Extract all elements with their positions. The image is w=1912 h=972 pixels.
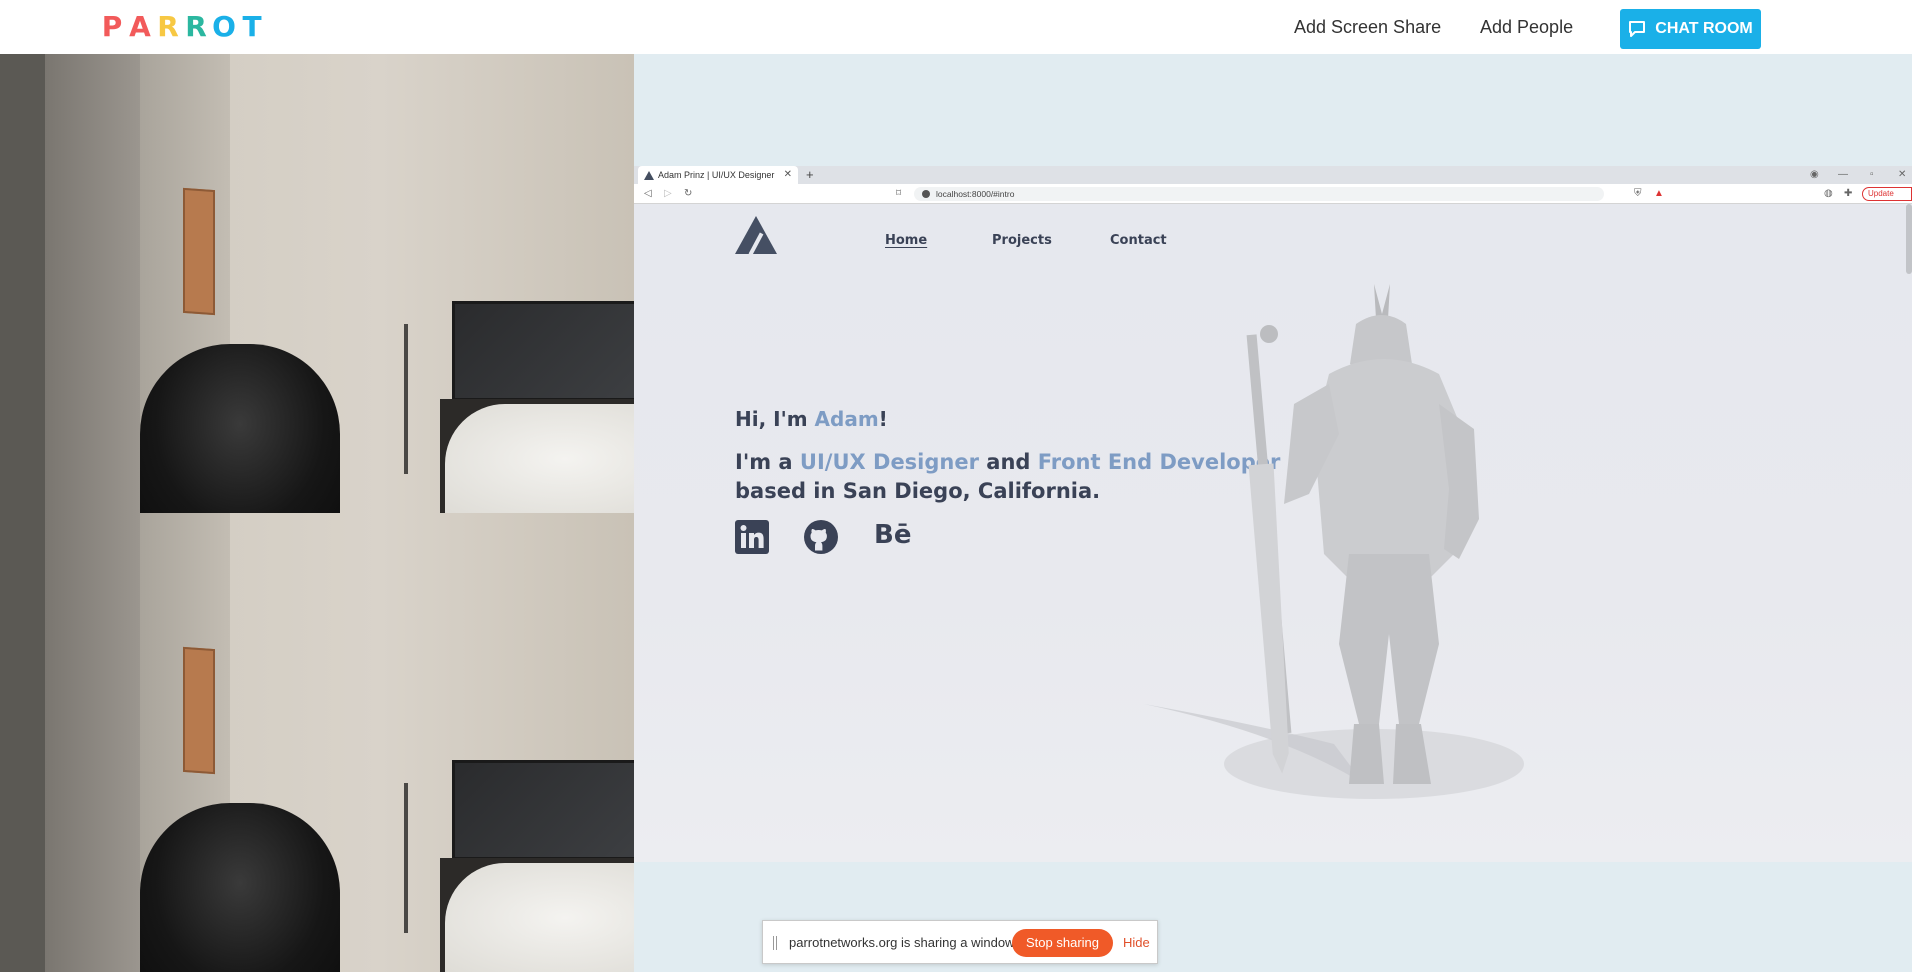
add-people-link[interactable]: Add People — [1480, 17, 1573, 38]
add-screen-share-link[interactable]: Add Screen Share — [1294, 17, 1441, 38]
screen-sharing-notification: parrotnetworks.org is sharing a window. … — [762, 920, 1158, 964]
logo-letter: R — [185, 10, 207, 43]
url-text: localhost:8000/#intro — [936, 189, 1015, 199]
back-icon[interactable]: ◁ — [644, 184, 652, 204]
greeting-name: Adam — [814, 407, 879, 431]
logo-letter: A — [129, 10, 151, 43]
greeting-text: Hi, I'm — [735, 407, 815, 431]
tab-close-icon[interactable]: ✕ — [784, 166, 792, 184]
location-text: based in San Diego, California. — [735, 479, 1101, 503]
reload-icon[interactable]: ↻ — [684, 184, 692, 204]
top-bar: P A R R O T Add Screen Share Add People … — [0, 0, 1912, 54]
brave-shield-icon[interactable]: ⛨ — [1634, 184, 1642, 204]
chat-room-button[interactable]: CHAT ROOM — [1620, 9, 1761, 49]
knight-figure-illustration — [1144, 284, 1524, 799]
logo-letter: R — [157, 10, 179, 43]
chat-bubble-icon — [1629, 21, 1646, 37]
site-favicon-icon — [644, 171, 654, 180]
browser-tab-strip: Adam Prinz | UI/UX Designer ✕ + ◉ — ▫ ✕ — [634, 166, 1912, 184]
bookmark-icon[interactable]: ⌑ — [896, 184, 901, 204]
greeting-end: ! — [878, 407, 888, 431]
portfolio-page: Home Projects Contact Hi, I'm Adam! I'm … — [634, 204, 1912, 862]
linkedin-icon[interactable] — [735, 520, 769, 554]
logo-letter: O — [212, 10, 236, 43]
new-tab-button[interactable]: + — [806, 166, 814, 184]
browser-tab[interactable]: Adam Prinz | UI/UX Designer ✕ — [638, 166, 798, 184]
sharing-message: parrotnetworks.org is sharing a window. — [789, 935, 1018, 950]
hero-greeting: Hi, I'm Adam! — [735, 407, 888, 431]
tagline-text: I'm a — [735, 450, 800, 474]
update-button[interactable]: Update — [1862, 187, 1912, 201]
brave-rewards-icon[interactable]: ▲ — [1654, 184, 1664, 204]
logo-letter: T — [242, 10, 262, 43]
browser-toolbar: ◁ ▷ ↻ ⌑ localhost:8000/#intro ⛨ ▲ ◍ ✚ Up… — [634, 184, 1912, 204]
extensions-icon[interactable]: ✚ — [1844, 184, 1852, 204]
webcam-video-1 — [0, 54, 634, 513]
vpn-icon[interactable]: ◍ — [1824, 184, 1833, 204]
tagline-and: and — [978, 450, 1038, 474]
tab-title: Adam Prinz | UI/UX Designer — [658, 170, 775, 180]
minimize-icon[interactable]: — — [1838, 166, 1848, 184]
shared-browser-window: Adam Prinz | UI/UX Designer ✕ + ◉ — ▫ ✕ … — [634, 166, 1912, 862]
forward-icon[interactable]: ▷ — [664, 184, 672, 204]
nav-contact[interactable]: Contact — [1110, 233, 1167, 248]
stop-sharing-button[interactable]: Stop sharing — [1012, 929, 1113, 957]
site-info-icon — [922, 190, 930, 198]
maximize-icon[interactable]: ▫ — [1870, 166, 1874, 184]
site-logo-icon[interactable] — [735, 216, 777, 254]
logo-letter: P — [101, 10, 123, 43]
github-icon[interactable] — [804, 520, 838, 554]
close-window-icon[interactable]: ✕ — [1898, 166, 1906, 184]
address-bar[interactable]: localhost:8000/#intro — [914, 187, 1604, 201]
page-scrollbar[interactable] — [1906, 204, 1912, 274]
hide-banner-link[interactable]: Hide — [1123, 935, 1150, 950]
role-designer: UI/UX Designer — [799, 450, 979, 474]
nav-projects[interactable]: Projects — [992, 233, 1052, 248]
nav-home[interactable]: Home — [885, 233, 927, 248]
tab-search-icon[interactable]: ◉ — [1810, 166, 1819, 184]
drag-handle-icon[interactable] — [773, 936, 777, 950]
chat-room-label: CHAT ROOM — [1655, 20, 1753, 37]
parrot-logo[interactable]: P A R R O T — [100, 12, 264, 41]
behance-icon[interactable]: Bē — [874, 518, 911, 552]
webcam-video-2 — [0, 513, 634, 972]
